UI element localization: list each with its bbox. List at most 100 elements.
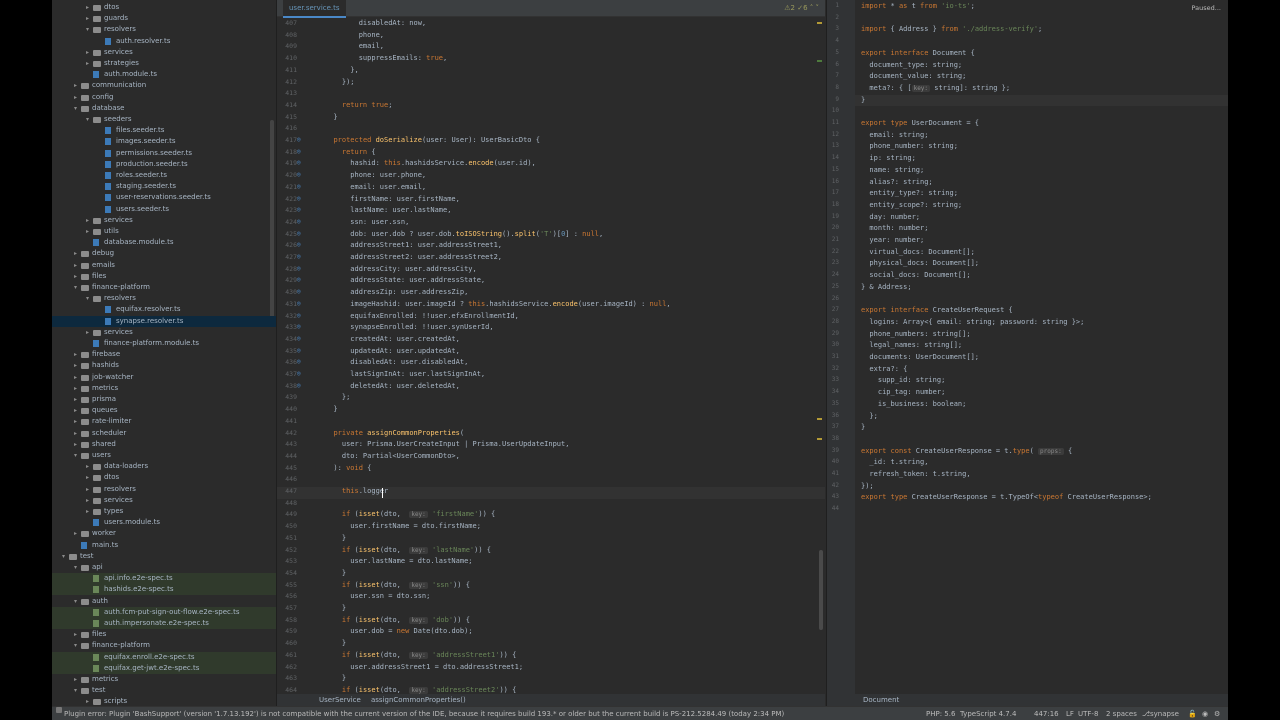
code-line[interactable]: month: number; [861, 224, 928, 232]
code-line[interactable]: } [325, 405, 337, 413]
warning-marker[interactable] [817, 22, 822, 24]
coverage-icon[interactable]: ◎ [297, 265, 307, 272]
chevron-right-icon[interactable]: ▸ [84, 506, 91, 517]
breadcrumb-class[interactable]: UserService [319, 694, 361, 706]
tree-folder[interactable]: ▾ seeders [52, 114, 276, 125]
tree-file[interactable]: files.seeder.ts [52, 125, 276, 136]
code-line[interactable]: addressStreet2: user.addressStreet2, [325, 253, 502, 261]
chevron-right-icon[interactable]: ▸ [84, 472, 91, 483]
code-line[interactable]: legal_names: string[]; [861, 341, 962, 349]
code-line[interactable]: export type UserDocument = { [861, 119, 979, 127]
code-line[interactable]: meta?: { [key: string]: string }; [861, 84, 1010, 92]
code-line[interactable]: user.dob = new Date(dto.dob); [325, 627, 472, 635]
coverage-icon[interactable]: ◎ [297, 382, 307, 389]
tree-file[interactable]: user-reservations.seeder.ts [52, 192, 276, 203]
code-line[interactable]: document_value: string; [861, 72, 966, 80]
code-line[interactable]: virtual_docs: Document[]; [861, 248, 974, 256]
tree-folder[interactable]: ▸ shared [52, 439, 276, 450]
chevron-down-icon[interactable]: ▾ [72, 103, 79, 114]
chevron-down-icon[interactable]: ▾ [72, 282, 79, 293]
coverage-icon[interactable]: ◎ [297, 335, 307, 342]
code-line[interactable]: user: Prisma.UserCreateInput | Prisma.Us… [325, 440, 570, 448]
tree-folder[interactable]: ▾ finance-platform [52, 640, 276, 651]
chevron-down-icon[interactable]: ▾ [84, 293, 91, 304]
tree-folder[interactable]: ▸ job-watcher [52, 372, 276, 383]
code-line[interactable]: } [325, 604, 346, 612]
chevron-right-icon[interactable]: ▸ [72, 383, 79, 394]
code-line[interactable]: documents: UserDocument[]; [861, 353, 979, 361]
chevron-right-icon[interactable]: ▸ [84, 2, 91, 13]
tree-folder[interactable]: ▸ dtos [52, 472, 276, 483]
tree-file[interactable]: synapse.resolver.ts [52, 315, 276, 327]
inspection-widget[interactable]: ⚠2 ✓6 ˄ ˅ [784, 0, 819, 16]
coverage-icon[interactable]: ◎ [297, 241, 307, 248]
tree-folder[interactable]: ▸ dtos [52, 2, 276, 13]
file-encoding[interactable]: UTF-8 [1078, 707, 1098, 720]
code-line[interactable]: import { Address } from './address-verif… [861, 25, 1042, 33]
chevron-right-icon[interactable]: ▸ [72, 260, 79, 271]
code-line[interactable]: ssn: user.ssn, [325, 218, 409, 226]
code-line[interactable]: } [325, 113, 337, 121]
code-line[interactable]: addressState: user.addressState, [325, 276, 485, 284]
code-line[interactable]: alias?: string; [861, 178, 932, 186]
tree-file[interactable]: equifax.enroll.e2e-spec.ts [52, 651, 276, 663]
tree-file[interactable]: users.seeder.ts [52, 204, 276, 215]
tree-folder[interactable]: ▸ scripts [52, 696, 276, 706]
warning-marker[interactable] [817, 418, 822, 420]
coverage-icon[interactable]: ◎ [297, 323, 307, 330]
tree-folder[interactable]: ▸ prisma [52, 394, 276, 405]
tree-folder[interactable]: ▾ resolvers [52, 24, 276, 35]
project-tree[interactable]: ▸ dtos ▸ guards ▾ resolvers auth.resolver.ts ▸ s… [52, 0, 277, 706]
chevron-right-icon[interactable]: ▸ [72, 372, 79, 383]
git-branch-icon[interactable]: ⎇ [1142, 707, 1150, 720]
tree-file[interactable]: images.seeder.ts [52, 136, 276, 147]
code-line[interactable]: } [861, 96, 865, 104]
indent-setting[interactable]: 2 spaces [1106, 707, 1137, 720]
coverage-icon[interactable]: ◎ [297, 370, 307, 377]
chevron-right-icon[interactable]: ▸ [72, 92, 79, 103]
tree-folder[interactable]: ▸ scheduler [52, 428, 276, 439]
code-line[interactable]: return { [325, 148, 376, 156]
code-line[interactable]: dob: user.dob ? user.dob.toISOString().s… [325, 230, 603, 238]
chevron-right-icon[interactable]: ▸ [72, 629, 79, 640]
chevron-right-icon[interactable]: ▸ [72, 360, 79, 371]
code-line[interactable]: protected doSerialize(user: User): UserB… [325, 136, 540, 144]
chevron-right-icon[interactable]: ▸ [84, 484, 91, 495]
tree-folder[interactable]: ▾ users [52, 450, 276, 461]
code-line[interactable]: } & Address; [861, 283, 912, 291]
tree-file[interactable]: staging.seeder.ts [52, 181, 276, 192]
tree-file[interactable]: main.ts [52, 540, 276, 551]
coverage-icon[interactable]: ◎ [297, 300, 307, 307]
tree-folder[interactable]: ▸ emails [52, 260, 276, 271]
tree-folder[interactable]: ▸ types [52, 506, 276, 517]
coverage-icon[interactable]: ◎ [297, 218, 307, 225]
tree-file[interactable]: hashids.e2e-spec.ts [52, 584, 276, 596]
tree-folder[interactable]: ▸ files [52, 271, 276, 282]
git-branch[interactable]: synapse [1150, 707, 1179, 720]
code-line[interactable]: }); [325, 78, 355, 86]
tree-file[interactable]: permissions.seeder.ts [52, 148, 276, 159]
code-line[interactable]: ip: string; [861, 154, 915, 162]
chevron-right-icon[interactable]: ▸ [72, 439, 79, 450]
code-line[interactable]: firstName: user.firstName, [325, 195, 460, 203]
code-line[interactable]: hashid: this.hashidsService.encode(user.… [325, 159, 535, 167]
code-line[interactable]: logins: Array<{ email: string; password:… [861, 318, 1084, 326]
chevron-right-icon[interactable]: ▸ [72, 271, 79, 282]
chevron-right-icon[interactable]: ▸ [84, 226, 91, 237]
tree-file[interactable]: auth.resolver.ts [52, 36, 276, 47]
chevron-right-icon[interactable]: ▸ [72, 405, 79, 416]
code-line[interactable]: addressStreet1: user.addressStreet1, [325, 241, 502, 249]
tree-folder[interactable]: ▸ hashids [52, 360, 276, 371]
code-line[interactable]: if (isset(dto, key: 'addressStreet2')) { [325, 686, 516, 694]
coverage-icon[interactable]: ◎ [297, 253, 307, 260]
code-line[interactable]: day: number; [861, 213, 920, 221]
chevron-right-icon[interactable]: ▸ [72, 80, 79, 91]
code-line[interactable]: phone, [325, 31, 384, 39]
tree-folder[interactable]: ▸ queues [52, 405, 276, 416]
breadcrumb-method[interactable]: assignCommonProperties() [371, 694, 466, 706]
chevron-right-icon[interactable]: ▸ [84, 461, 91, 472]
tree-file[interactable]: auth.impersonate.e2e-spec.ts [52, 618, 276, 629]
tree-folder[interactable]: ▸ services [52, 327, 276, 338]
code-line[interactable]: phone_number: string; [861, 142, 958, 150]
tree-file[interactable]: api.info.e2e-spec.ts [52, 573, 276, 585]
